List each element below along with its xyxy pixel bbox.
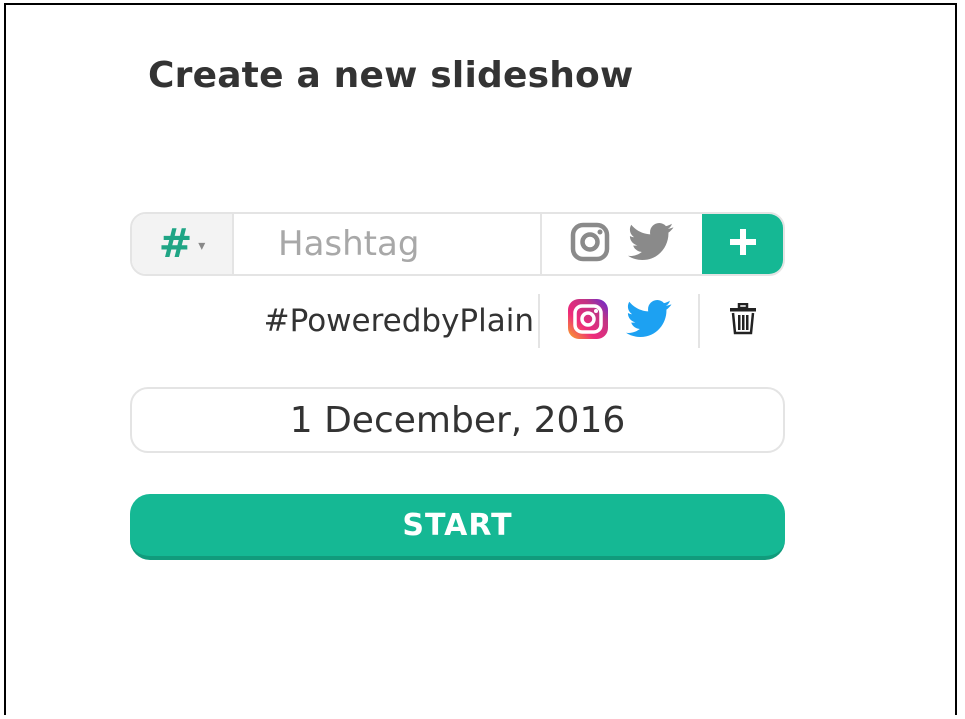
hashtag-input[interactable] bbox=[234, 214, 540, 274]
twitter-icon[interactable] bbox=[628, 222, 674, 266]
twitter-icon[interactable] bbox=[626, 299, 672, 343]
source-toggles bbox=[540, 214, 702, 274]
trash-icon bbox=[728, 302, 758, 339]
delete-hashtag-button[interactable] bbox=[700, 302, 785, 339]
hashtag-sources bbox=[538, 294, 700, 348]
slideshow-panel: Create a new slideshow # ▾ Hashtag #Powe… bbox=[4, 3, 957, 715]
date-field[interactable]: 1 December, 2016 bbox=[130, 387, 785, 453]
page-title: Create a new slideshow bbox=[148, 55, 634, 96]
hashtag-type-dropdown[interactable]: # ▾ bbox=[132, 214, 234, 274]
hashtag-input-group: # ▾ bbox=[130, 212, 785, 276]
hashtag-label: #PoweredbyPlain bbox=[263, 303, 534, 339]
instagram-icon[interactable] bbox=[566, 297, 610, 345]
plus-icon bbox=[728, 227, 758, 261]
list-item: #PoweredbyPlain bbox=[130, 292, 785, 350]
instagram-icon[interactable] bbox=[570, 222, 610, 266]
start-button[interactable]: START bbox=[130, 494, 785, 560]
hash-symbol: # bbox=[158, 221, 193, 267]
add-hashtag-button[interactable] bbox=[702, 214, 783, 274]
chevron-down-icon: ▾ bbox=[198, 238, 206, 254]
